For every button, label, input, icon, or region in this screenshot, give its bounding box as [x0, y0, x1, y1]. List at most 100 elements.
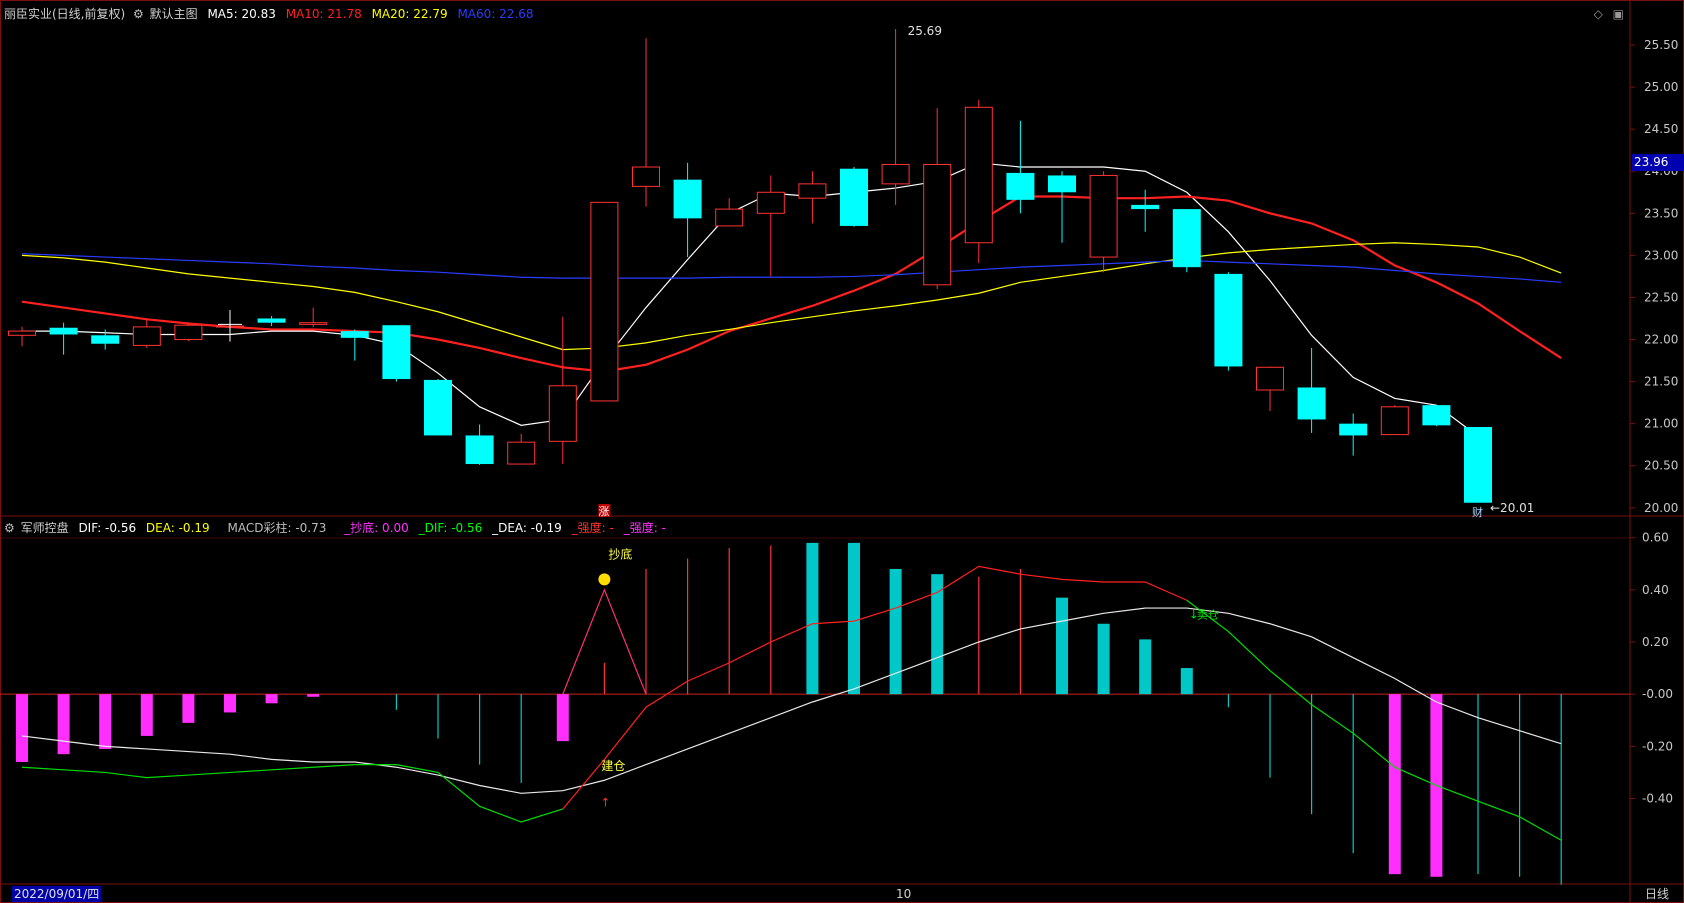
candle	[1214, 272, 1243, 371]
candle	[257, 315, 286, 327]
bottom-fishing-text: 抄底	[608, 547, 632, 562]
candle	[507, 433, 536, 465]
dea-line-green-2	[1186, 599, 1562, 841]
indicator-title[interactable]: 军师控盘	[21, 521, 69, 535]
candle-body-up	[756, 191, 785, 214]
price-tick-label: 20.50	[1644, 459, 1678, 473]
diamond-icon[interactable]: ◇	[1594, 7, 1603, 21]
macd-bar	[16, 694, 28, 762]
up-arrow-icon: ↑	[600, 795, 610, 809]
candle-body-down	[1339, 423, 1368, 436]
candle-body-up	[1380, 406, 1409, 436]
candle-body-up	[923, 164, 952, 286]
ma-line-ma20	[21, 242, 1562, 351]
candle	[798, 171, 827, 224]
candle	[465, 424, 494, 465]
sub-dif-label: _DIF: -0.56	[418, 521, 483, 535]
candle	[1422, 405, 1451, 427]
sub-tick-label: -0.20	[1642, 739, 1673, 753]
price-annotation: 25.69	[908, 24, 942, 38]
candle	[1464, 427, 1492, 503]
price-tick-label: 20.00	[1644, 501, 1678, 515]
candle	[590, 201, 619, 402]
macd-bar	[806, 542, 819, 695]
candle	[1172, 209, 1201, 273]
candle-body-up	[548, 385, 577, 442]
price-tick-label: 21.50	[1644, 375, 1678, 389]
sub-tick-label: 0.20	[1642, 635, 1669, 649]
candle	[1256, 366, 1284, 412]
macd-bar	[140, 694, 153, 736]
candle-body-down	[424, 379, 452, 436]
dea-line-green	[21, 764, 563, 823]
price-tick-label: 21.00	[1644, 417, 1678, 431]
macd-bar	[99, 694, 112, 749]
period-tab[interactable]: 日线	[1645, 886, 1669, 902]
window-controls: ◇ ▣	[1594, 4, 1624, 24]
candle-body-down	[1006, 172, 1035, 200]
panel-toggle-icon[interactable]: ▣	[1613, 7, 1624, 21]
candle-body-up	[632, 166, 660, 187]
macd-bar	[265, 694, 278, 704]
candle	[299, 307, 328, 327]
strength-label-2: _强度: -	[623, 521, 666, 535]
candle	[49, 322, 78, 355]
price-tick-label: 23.00	[1644, 248, 1678, 262]
ma20-label: MA20: 22.79	[371, 7, 448, 21]
candle-body-down	[1422, 405, 1451, 426]
ma10-label: MA10: 21.78	[285, 7, 362, 21]
candle-body-up	[590, 201, 619, 402]
macd-bar-label: MACD彩柱: -0.73	[227, 521, 327, 535]
macd-bar	[307, 694, 320, 697]
macd-bar	[848, 542, 860, 695]
ma5-label: MA5: 20.83	[207, 7, 276, 21]
candle	[8, 326, 36, 347]
candle	[340, 329, 369, 361]
candle	[1089, 171, 1118, 273]
macd-bar	[1180, 668, 1193, 695]
gear-icon[interactable]: ⚙	[133, 7, 144, 21]
candle-body-down	[1214, 273, 1243, 367]
candle-body-up	[132, 326, 161, 346]
sub-tick-label: 0.60	[1642, 531, 1669, 545]
template-name[interactable]: 默认主图	[150, 7, 198, 21]
candle-body-up	[715, 208, 744, 227]
candle	[1297, 347, 1326, 433]
candle-body-up	[507, 441, 536, 465]
candle	[174, 322, 203, 342]
candle	[1339, 413, 1368, 456]
sub-tick-label: 0.40	[1642, 583, 1669, 597]
candle-body-down	[1172, 209, 1201, 268]
chart-canvas[interactable]: 25.5025.0024.5024.0023.5023.0022.5022.00…	[0, 0, 1684, 903]
gear-icon[interactable]: ⚙	[4, 521, 15, 535]
candle-body-up	[798, 183, 827, 199]
candle-body-up	[299, 322, 328, 325]
candle	[756, 175, 785, 277]
stock-chart-window: 25.50 25.00 24.50 24.00 23.50 23.00 22.50 22.00…	[0, 0, 1684, 903]
candle-body-down	[1464, 427, 1492, 503]
macd-bar	[224, 694, 236, 713]
candle	[632, 38, 660, 207]
candle-body-down	[465, 435, 494, 465]
date-label: 2022/09/01/四	[12, 886, 102, 902]
macd-bar	[1056, 597, 1068, 695]
candle-body-down	[1048, 175, 1076, 193]
candle-body-down	[1131, 204, 1160, 210]
candle-body-up	[174, 324, 203, 341]
macd-bar	[1388, 694, 1401, 875]
price-annotation: ←20.01	[1490, 501, 1534, 515]
candle-body-up	[881, 164, 910, 185]
finance-marker: 财	[1472, 505, 1483, 519]
candle-body-up	[1089, 174, 1118, 258]
strength-label-1: _强度: -	[571, 521, 614, 535]
sub-dea-label: _DEA: -0.19	[492, 521, 562, 535]
macd-bar	[182, 694, 195, 723]
candle	[132, 318, 161, 348]
candle	[673, 162, 702, 258]
stock-title[interactable]: 丽臣实业(日线,前复权)	[4, 7, 125, 21]
ma-line-ma5	[22, 162, 1479, 437]
price-tick-label: 22.00	[1644, 333, 1678, 347]
candle	[964, 99, 993, 263]
build-position-text: 建仓	[601, 759, 625, 773]
candle	[840, 167, 868, 227]
